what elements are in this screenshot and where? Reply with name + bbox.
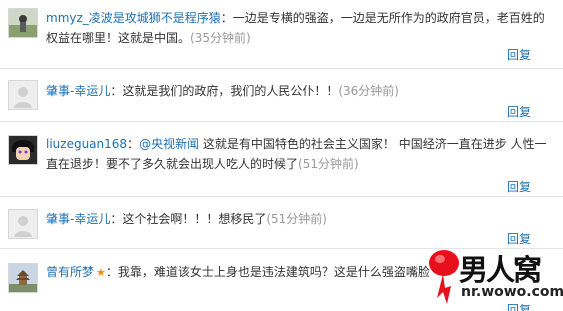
comment-item: 肇事-幸运儿：这就是我们的政府，我们的人民公仆！！(36分钟前) 回复 — [0, 69, 563, 122]
comment-time: (35分钟前) — [190, 31, 251, 45]
reply-link[interactable]: 回复 — [507, 178, 531, 195]
user-avatar[interactable] — [8, 209, 38, 239]
mention-link[interactable]: @央视新闻 — [139, 137, 199, 151]
user-avatar[interactable] — [8, 135, 38, 165]
user-avatar[interactable] — [8, 8, 38, 38]
comment-time: (51分钟前) — [266, 212, 327, 226]
reply-link[interactable]: 回复 — [507, 103, 531, 120]
watermark-url: nr.wowo.com — [461, 284, 563, 300]
comment-body: 曾有所梦 ★：我靠，难道该女士上身也是违法建筑吗？这是什么强盗嘴脸 — [46, 262, 433, 283]
comment-item: mmyz_凌波是攻城狮不是程序猿：一边是专横的强盗，一边是无所作为的政府官员，老… — [0, 0, 563, 69]
comment-item: liuzeguan168：@央视新闻 这就是有中国特色的社会主义国家！ 中国经济… — [0, 122, 563, 197]
comment-body: 肇事-幸运儿：这个社会啊！！！想移民了(51分钟前) — [46, 209, 551, 229]
comment-text: ：这就是我们的政府，我们的人民公仆！！ — [110, 84, 339, 98]
comment-author-link[interactable]: 肇事-幸运儿 — [46, 212, 110, 226]
comment-body: mmyz_凌波是攻城狮不是程序猿：一边是专横的强盗，一边是无所作为的政府官员，老… — [46, 8, 551, 48]
default-avatar-icon — [9, 81, 37, 109]
comment-author-link[interactable]: 曾有所梦 — [46, 265, 94, 279]
user-avatar[interactable] — [8, 263, 38, 293]
comment-author-link[interactable]: liuzeguan168 — [46, 137, 127, 151]
comment-text: ：我靠，难道该女士上身也是违法建筑吗？这是什么强盗嘴脸 — [105, 265, 430, 279]
comment-text: ：这个社会啊！！！想移民了 — [110, 212, 267, 226]
site-watermark: 男人窝 nr.wowo.com — [423, 246, 563, 311]
star-icon: ★ — [96, 266, 106, 279]
default-avatar-icon — [9, 210, 37, 238]
reply-link[interactable]: 回复 — [507, 230, 531, 247]
comment-author-link[interactable]: 肇事-幸运儿 — [46, 84, 110, 98]
pagoda-avatar-icon — [9, 264, 37, 292]
comment-feed: mmyz_凌波是攻城狮不是程序猿：一边是专横的强盗，一边是无所作为的政府官员，老… — [0, 0, 563, 311]
comment-time: (51分钟前) — [298, 157, 359, 171]
watermark-title: 男人窝 — [459, 253, 542, 287]
comment-time: (36分钟前) — [338, 84, 399, 98]
reply-link[interactable]: 回复 — [507, 46, 531, 63]
landscape-avatar-icon — [9, 9, 37, 37]
comment-author-link[interactable]: mmyz_凌波是攻城狮不是程序猿 — [46, 11, 221, 25]
anime-avatar-icon — [9, 136, 37, 164]
user-avatar[interactable] — [8, 80, 38, 110]
comment-body: liuzeguan168：@央视新闻 这就是有中国特色的社会主义国家！ 中国经济… — [46, 137, 547, 171]
comment-body: 肇事-幸运儿：这就是我们的政府，我们的人民公仆！！(36分钟前) — [46, 81, 551, 101]
comment-item: 肇事-幸运儿：这个社会啊！！！想移民了(51分钟前) 回复 — [0, 197, 563, 249]
